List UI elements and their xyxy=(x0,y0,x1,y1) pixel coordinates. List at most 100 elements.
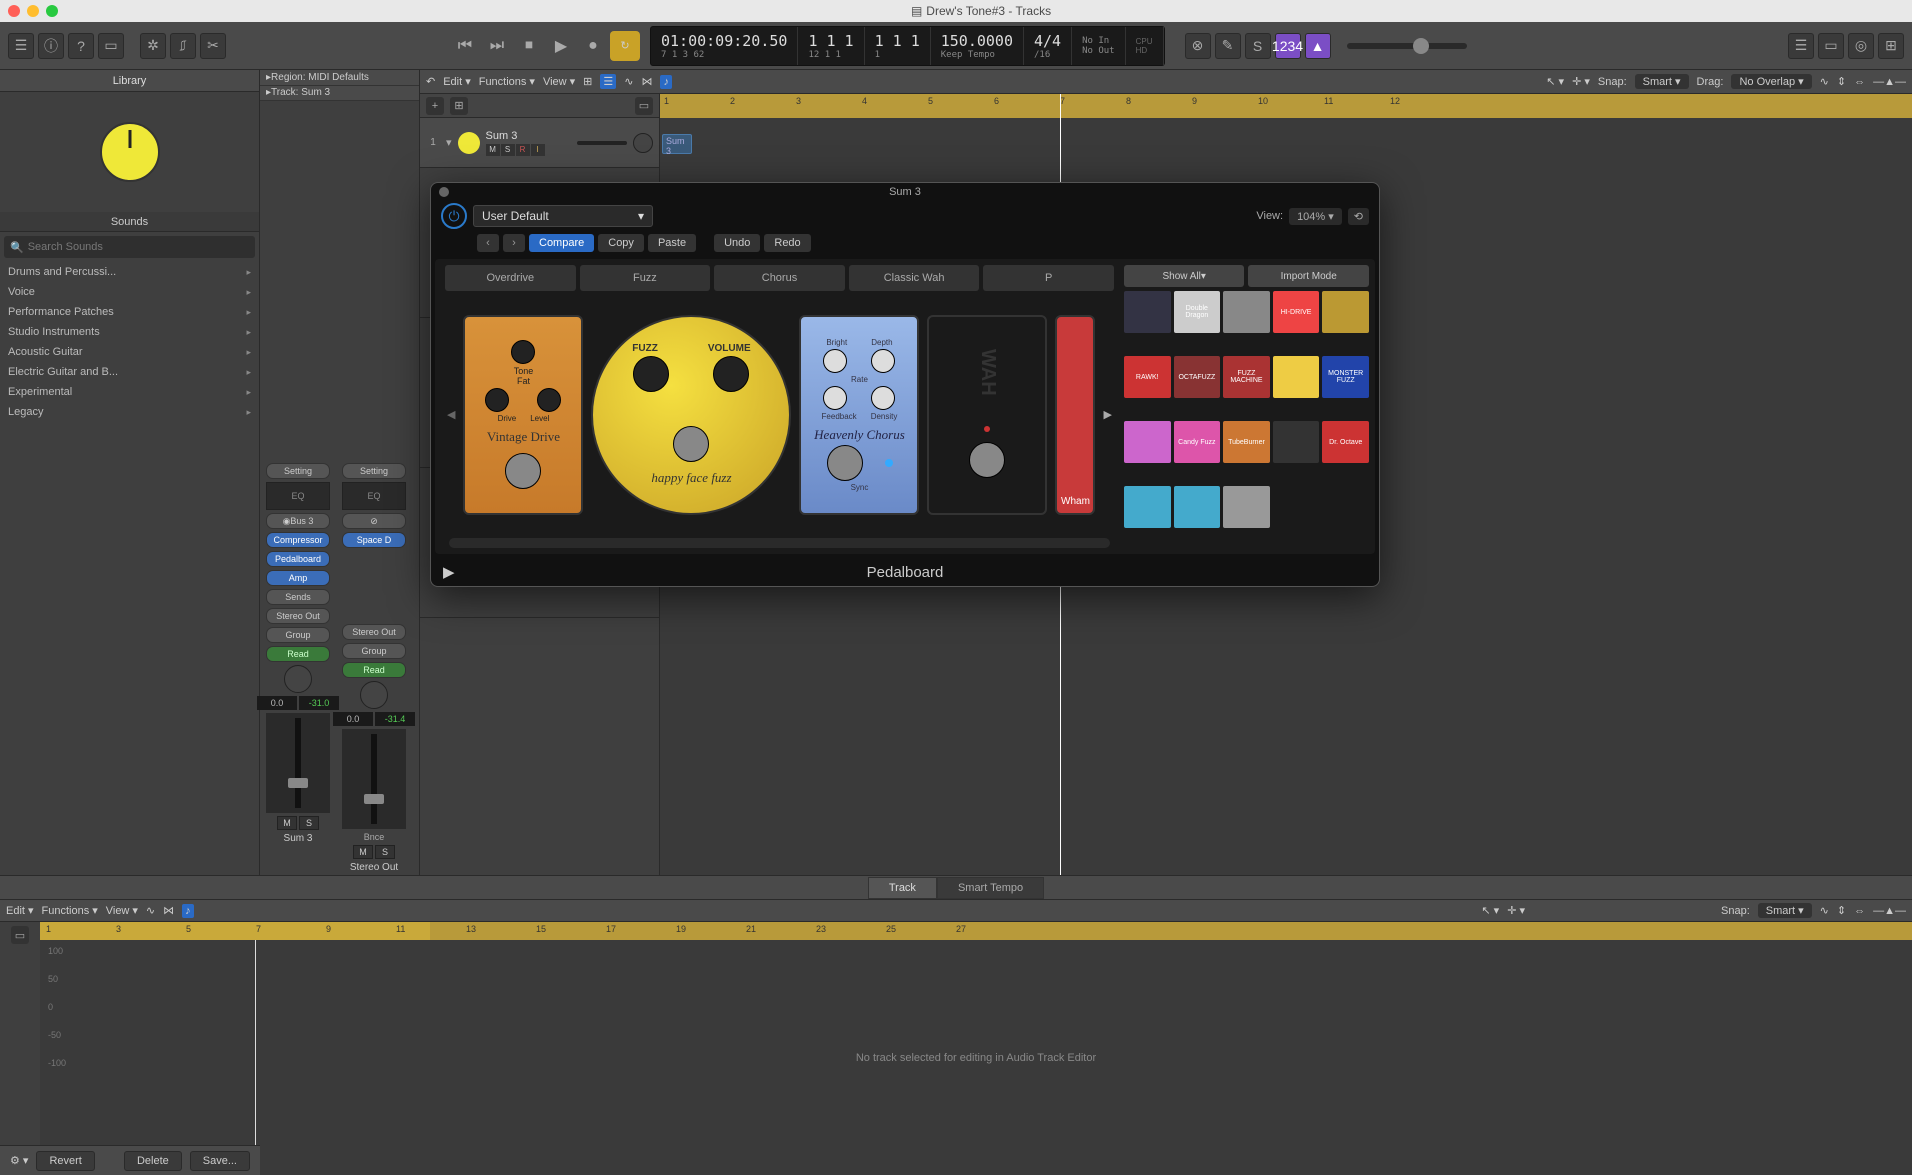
lcd-beats-top[interactable]: 1 1 1 xyxy=(808,32,853,50)
pan-knob[interactable] xyxy=(284,665,312,693)
pedal-thumbnail[interactable] xyxy=(1223,291,1270,333)
mute-button[interactable]: M xyxy=(486,144,500,156)
duplicate-track-icon[interactable]: ⊞ xyxy=(450,97,468,115)
revert-button[interactable]: Revert xyxy=(36,1151,94,1171)
tone-knob[interactable] xyxy=(511,340,535,364)
category-item[interactable]: Voice▸ xyxy=(0,282,259,302)
playhead[interactable] xyxy=(255,940,256,1175)
pedal-thumbnail[interactable]: Double Dragon xyxy=(1174,291,1221,333)
catch-playhead-icon[interactable]: ▭ xyxy=(11,926,29,944)
delete-button[interactable]: Delete xyxy=(124,1151,182,1171)
scroll-right-icon[interactable]: ▶ xyxy=(1103,408,1111,421)
pedal-thumbnail[interactable]: HI-DRIVE xyxy=(1273,291,1320,333)
show-all-menu[interactable]: Show All ▾ xyxy=(1124,265,1245,287)
pedal-thumbnail[interactable] xyxy=(1124,421,1171,463)
vzoom-icon[interactable]: ⇕ xyxy=(1837,904,1846,917)
snap-menu[interactable]: Smart ▾ xyxy=(1758,903,1812,918)
gear-icon[interactable]: ⚙ ▾ xyxy=(10,1154,28,1167)
cycle-button[interactable]: ↻ xyxy=(610,31,640,61)
footswitch[interactable] xyxy=(505,453,541,489)
editor-ruler[interactable]: 13579111315171921232527 xyxy=(40,922,1912,940)
compare-button[interactable]: Compare xyxy=(529,234,594,252)
hzoom-icon[interactable]: ⇔ xyxy=(1854,76,1865,88)
list-editors-icon[interactable]: ☰ xyxy=(1788,33,1814,59)
preset-menu[interactable]: User Default▾ xyxy=(473,205,653,227)
alt-tool-icon[interactable]: ✛ ▾ xyxy=(1572,75,1590,88)
save-button[interactable]: Save... xyxy=(190,1151,250,1171)
footswitch[interactable] xyxy=(827,445,863,481)
import-mode-button[interactable]: Import Mode xyxy=(1248,265,1369,287)
group-button[interactable]: Group xyxy=(342,643,406,659)
pedal-thumbnail[interactable]: FUZZ MACHINE xyxy=(1223,356,1270,398)
track-name[interactable]: Sum 3 xyxy=(486,130,545,142)
feedback-knob[interactable] xyxy=(823,386,847,410)
tuner-icon[interactable]: ⎎ xyxy=(170,33,196,59)
category-item[interactable]: Electric Guitar and B...▸ xyxy=(0,362,259,382)
pedalboard-row[interactable]: ◀ Tone Fat DriveLevel Vintage Drive FUZZ… xyxy=(441,291,1118,538)
library-toggle-icon[interactable]: ☰ xyxy=(8,33,34,59)
fader[interactable] xyxy=(342,729,406,829)
lcd-out[interactable]: No Out xyxy=(1082,46,1115,56)
category-item[interactable]: Studio Instruments▸ xyxy=(0,322,259,342)
lcd-tempo-top[interactable]: 1 1 1 xyxy=(875,32,920,50)
region-disclosure[interactable]: ▸ Region: MIDI Defaults xyxy=(260,70,419,86)
tab-smart-tempo[interactable]: Smart Tempo xyxy=(937,877,1044,899)
depth-knob[interactable] xyxy=(871,349,895,373)
close-icon[interactable] xyxy=(439,187,449,197)
lcd-in[interactable]: No In xyxy=(1082,36,1115,46)
play-button[interactable]: ▶ xyxy=(546,31,576,61)
group-button[interactable]: Group xyxy=(266,627,330,643)
region-sum3[interactable]: Sum 3 xyxy=(662,134,692,154)
lcd-tempo-bot[interactable]: 1 xyxy=(875,50,920,60)
edit-menu[interactable]: Edit ▾ xyxy=(443,75,471,88)
solo-button[interactable]: S xyxy=(299,816,319,830)
input-monitor[interactable]: I xyxy=(531,144,545,156)
lcd-beats-bot[interactable]: 12 1 1 xyxy=(808,50,853,60)
pedal-vintage-drive[interactable]: Tone Fat DriveLevel Vintage Drive xyxy=(463,315,583,515)
pedal-thumbnail[interactable]: OCTAFUZZ xyxy=(1174,356,1221,398)
drag-menu[interactable]: No Overlap ▾ xyxy=(1731,74,1811,89)
patch-icon[interactable] xyxy=(0,92,259,212)
view-menu[interactable]: View ▾ xyxy=(543,75,575,88)
browser-icon[interactable]: ⊞ xyxy=(1878,33,1904,59)
track-volume-slider[interactable] xyxy=(577,141,627,145)
vzoom-icon[interactable]: ⇕ xyxy=(1837,75,1846,88)
category-item[interactable]: Experimental▸ xyxy=(0,382,259,402)
pointer-tool-icon[interactable]: ↖ ▾ xyxy=(1546,75,1564,88)
pedal-thumbnail[interactable]: RAWK! xyxy=(1124,356,1171,398)
prev-button[interactable]: ‹ xyxy=(477,234,499,252)
hzoom-slider[interactable]: —▲— xyxy=(1873,905,1906,917)
minimize-icon[interactable] xyxy=(27,5,39,17)
setting-button[interactable]: Setting xyxy=(342,463,406,479)
pedal-thumbnail[interactable] xyxy=(1124,486,1171,528)
redo-button[interactable]: Redo xyxy=(764,234,810,252)
pedal-tab[interactable]: Fuzz xyxy=(580,265,711,291)
master-volume-slider[interactable] xyxy=(1347,43,1467,49)
loops-icon[interactable]: ◎ xyxy=(1848,33,1874,59)
view-menu[interactable]: View ▾ xyxy=(106,904,138,917)
pan-knob[interactable] xyxy=(360,681,388,709)
pedal-thumbnail[interactable] xyxy=(1124,291,1171,333)
ruler[interactable]: 123456789101112 xyxy=(660,94,1912,118)
eq-thumbnail[interactable]: EQ xyxy=(342,482,406,510)
undo-button[interactable]: Undo xyxy=(714,234,760,252)
fader[interactable] xyxy=(266,713,330,813)
output-button[interactable]: Stereo Out xyxy=(342,624,406,640)
fuzz-knob[interactable] xyxy=(633,356,669,392)
add-track-button[interactable]: + xyxy=(426,97,444,115)
category-item[interactable]: Performance Patches▸ xyxy=(0,302,259,322)
lcd-sig-bot[interactable]: /16 xyxy=(1034,50,1061,60)
bright-knob[interactable] xyxy=(823,349,847,373)
functions-menu[interactable]: Functions ▾ xyxy=(42,904,98,917)
pedal-happy-face-fuzz[interactable]: FUZZVOLUME happy face fuzz xyxy=(591,315,791,515)
sends-button[interactable]: Sends xyxy=(266,589,330,605)
hzoom-slider[interactable]: —▲— xyxy=(1873,76,1906,88)
chevron-down-icon[interactable]: ▾ xyxy=(446,136,452,149)
pedal-tab[interactable]: Chorus xyxy=(714,265,845,291)
bus-button[interactable]: ◉ Bus 3 xyxy=(266,513,330,529)
pedal-partial[interactable]: Wham xyxy=(1055,315,1095,515)
fx-pedalboard[interactable]: Pedalboard xyxy=(266,551,330,567)
pedal-thumbnail[interactable] xyxy=(1273,356,1320,398)
plugin-window[interactable]: Sum 3 ⏻ User Default▾ View: 104% ▾ ⟲ ‹ ›… xyxy=(430,182,1380,587)
midi-icon[interactable]: ♪ xyxy=(182,904,194,918)
